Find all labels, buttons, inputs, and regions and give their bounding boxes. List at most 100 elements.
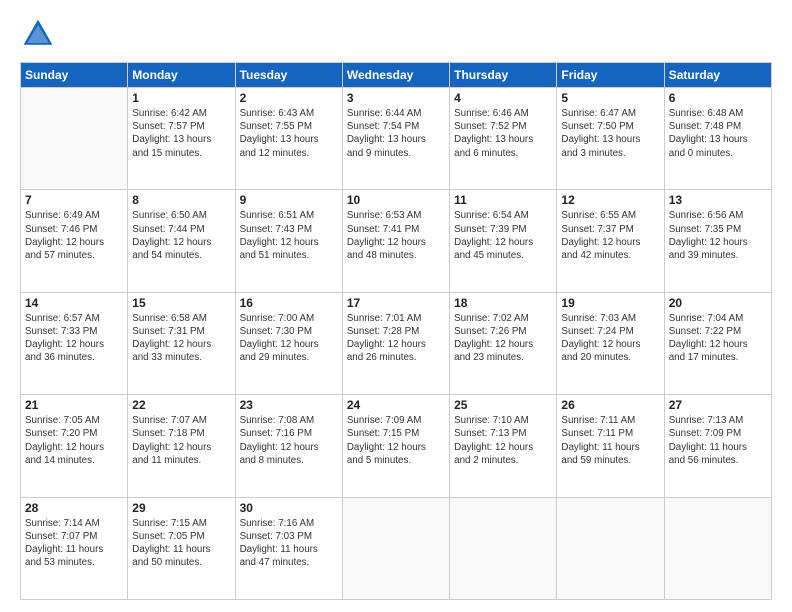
calendar-week-row-4: 21 Sunrise: 7:05 AM Sunset: 7:20 PM Dayli… <box>21 395 772 497</box>
day-info: Sunrise: 6:48 AM Sunset: 7:48 PM Dayligh… <box>669 107 767 160</box>
day-info: Sunrise: 7:03 AM Sunset: 7:24 PM Dayligh… <box>561 312 659 365</box>
day-info: Sunrise: 7:11 AM Sunset: 7:11 PM Dayligh… <box>561 414 659 467</box>
day-number: 9 <box>240 193 338 207</box>
day-info: Sunrise: 6:58 AM Sunset: 7:31 PM Dayligh… <box>132 312 230 365</box>
calendar-cell: 5 Sunrise: 6:47 AM Sunset: 7:50 PM Daylig… <box>557 88 664 190</box>
calendar-cell: 30 Sunrise: 7:16 AM Sunset: 7:03 PM Dayli… <box>235 497 342 599</box>
day-info: Sunrise: 6:46 AM Sunset: 7:52 PM Dayligh… <box>454 107 552 160</box>
day-number: 24 <box>347 398 445 412</box>
calendar-cell: 2 Sunrise: 6:43 AM Sunset: 7:55 PM Daylig… <box>235 88 342 190</box>
day-info: Sunrise: 7:08 AM Sunset: 7:16 PM Dayligh… <box>240 414 338 467</box>
day-number: 16 <box>240 296 338 310</box>
day-info: Sunrise: 6:50 AM Sunset: 7:44 PM Dayligh… <box>132 209 230 262</box>
day-info: Sunrise: 6:55 AM Sunset: 7:37 PM Dayligh… <box>561 209 659 262</box>
weekday-header-monday: Monday <box>128 63 235 88</box>
day-info: Sunrise: 7:15 AM Sunset: 7:05 PM Dayligh… <box>132 517 230 570</box>
calendar-cell: 28Sunrise: 7:14 AM Sunset: 7:07 PM Dayli… <box>21 497 128 599</box>
calendar-table: SundayMondayTuesdayWednesdayThursdayFrid… <box>20 62 772 600</box>
weekday-header-friday: Friday <box>557 63 664 88</box>
day-number: 29 <box>132 501 230 515</box>
calendar-week-row-5: 28Sunrise: 7:14 AM Sunset: 7:07 PM Dayli… <box>21 497 772 599</box>
day-number: 18 <box>454 296 552 310</box>
weekday-header-wednesday: Wednesday <box>342 63 449 88</box>
day-number: 26 <box>561 398 659 412</box>
calendar-cell: 26 Sunrise: 7:11 AM Sunset: 7:11 PM Dayli… <box>557 395 664 497</box>
logo <box>20 16 62 52</box>
calendar-week-row-1: 1Sunrise: 6:42 AM Sunset: 7:57 PM Daylig… <box>21 88 772 190</box>
day-number: 30 <box>240 501 338 515</box>
day-info: Sunrise: 6:42 AM Sunset: 7:57 PM Dayligh… <box>132 107 230 160</box>
weekday-header-row: SundayMondayTuesdayWednesdayThursdayFrid… <box>21 63 772 88</box>
day-info: Sunrise: 6:57 AM Sunset: 7:33 PM Dayligh… <box>25 312 123 365</box>
calendar-week-row-3: 14 Sunrise: 6:57 AM Sunset: 7:33 PM Dayli… <box>21 292 772 394</box>
calendar-cell: 21 Sunrise: 7:05 AM Sunset: 7:20 PM Dayli… <box>21 395 128 497</box>
day-number: 22 <box>132 398 230 412</box>
day-number: 15 <box>132 296 230 310</box>
day-info: Sunrise: 7:09 AM Sunset: 7:15 PM Dayligh… <box>347 414 445 467</box>
calendar-cell: 9 Sunrise: 6:51 AM Sunset: 7:43 PM Daylig… <box>235 190 342 292</box>
day-number: 2 <box>240 91 338 105</box>
calendar-cell: 20Sunrise: 7:04 AM Sunset: 7:22 PM Dayli… <box>664 292 771 394</box>
calendar-cell: 23 Sunrise: 7:08 AM Sunset: 7:16 PM Dayli… <box>235 395 342 497</box>
day-number: 8 <box>132 193 230 207</box>
day-number: 5 <box>561 91 659 105</box>
day-number: 6 <box>669 91 767 105</box>
day-info: Sunrise: 7:04 AM Sunset: 7:22 PM Dayligh… <box>669 312 767 365</box>
calendar-cell: 12 Sunrise: 6:55 AM Sunset: 7:37 PM Dayli… <box>557 190 664 292</box>
calendar-cell: 13 Sunrise: 6:56 AM Sunset: 7:35 PM Dayli… <box>664 190 771 292</box>
day-number: 11 <box>454 193 552 207</box>
calendar-cell: 1Sunrise: 6:42 AM Sunset: 7:57 PM Daylig… <box>128 88 235 190</box>
calendar-cell: 4 Sunrise: 6:46 AM Sunset: 7:52 PM Daylig… <box>450 88 557 190</box>
day-info: Sunrise: 7:07 AM Sunset: 7:18 PM Dayligh… <box>132 414 230 467</box>
calendar-week-row-2: 7 Sunrise: 6:49 AM Sunset: 7:46 PM Daylig… <box>21 190 772 292</box>
day-info: Sunrise: 6:43 AM Sunset: 7:55 PM Dayligh… <box>240 107 338 160</box>
calendar-cell: 16 Sunrise: 7:00 AM Sunset: 7:30 PM Dayli… <box>235 292 342 394</box>
day-number: 27 <box>669 398 767 412</box>
day-info: Sunrise: 7:13 AM Sunset: 7:09 PM Dayligh… <box>669 414 767 467</box>
calendar-cell: 29 Sunrise: 7:15 AM Sunset: 7:05 PM Dayli… <box>128 497 235 599</box>
day-number: 4 <box>454 91 552 105</box>
calendar-cell: 3Sunrise: 6:44 AM Sunset: 7:54 PM Daylig… <box>342 88 449 190</box>
calendar-cell <box>557 497 664 599</box>
weekday-header-sunday: Sunday <box>21 63 128 88</box>
day-number: 10 <box>347 193 445 207</box>
calendar-cell: 8 Sunrise: 6:50 AM Sunset: 7:44 PM Daylig… <box>128 190 235 292</box>
calendar-cell: 6 Sunrise: 6:48 AM Sunset: 7:48 PM Daylig… <box>664 88 771 190</box>
header <box>20 16 772 52</box>
page-container: SundayMondayTuesdayWednesdayThursdayFrid… <box>0 0 792 612</box>
day-info: Sunrise: 6:53 AM Sunset: 7:41 PM Dayligh… <box>347 209 445 262</box>
day-info: Sunrise: 7:16 AM Sunset: 7:03 PM Dayligh… <box>240 517 338 570</box>
calendar-cell: 11Sunrise: 6:54 AM Sunset: 7:39 PM Dayli… <box>450 190 557 292</box>
day-info: Sunrise: 6:49 AM Sunset: 7:46 PM Dayligh… <box>25 209 123 262</box>
calendar-cell: 10 Sunrise: 6:53 AM Sunset: 7:41 PM Dayli… <box>342 190 449 292</box>
day-info: Sunrise: 6:47 AM Sunset: 7:50 PM Dayligh… <box>561 107 659 160</box>
day-number: 17 <box>347 296 445 310</box>
day-info: Sunrise: 6:56 AM Sunset: 7:35 PM Dayligh… <box>669 209 767 262</box>
day-number: 12 <box>561 193 659 207</box>
weekday-header-saturday: Saturday <box>664 63 771 88</box>
day-number: 21 <box>25 398 123 412</box>
calendar-cell: 7 Sunrise: 6:49 AM Sunset: 7:46 PM Daylig… <box>21 190 128 292</box>
day-info: Sunrise: 6:51 AM Sunset: 7:43 PM Dayligh… <box>240 209 338 262</box>
day-info: Sunrise: 7:10 AM Sunset: 7:13 PM Dayligh… <box>454 414 552 467</box>
day-number: 13 <box>669 193 767 207</box>
calendar-cell <box>21 88 128 190</box>
day-number: 7 <box>25 193 123 207</box>
calendar-cell: 17Sunrise: 7:01 AM Sunset: 7:28 PM Dayli… <box>342 292 449 394</box>
day-info: Sunrise: 7:02 AM Sunset: 7:26 PM Dayligh… <box>454 312 552 365</box>
day-number: 14 <box>25 296 123 310</box>
day-number: 25 <box>454 398 552 412</box>
calendar-cell: 27 Sunrise: 7:13 AM Sunset: 7:09 PM Dayli… <box>664 395 771 497</box>
logo-icon <box>20 16 56 52</box>
calendar-cell <box>664 497 771 599</box>
calendar-cell: 14 Sunrise: 6:57 AM Sunset: 7:33 PM Dayli… <box>21 292 128 394</box>
calendar-cell: 18 Sunrise: 7:02 AM Sunset: 7:26 PM Dayli… <box>450 292 557 394</box>
calendar-cell: 24 Sunrise: 7:09 AM Sunset: 7:15 PM Dayli… <box>342 395 449 497</box>
weekday-header-tuesday: Tuesday <box>235 63 342 88</box>
day-info: Sunrise: 7:05 AM Sunset: 7:20 PM Dayligh… <box>25 414 123 467</box>
day-number: 3 <box>347 91 445 105</box>
calendar-cell: 19Sunrise: 7:03 AM Sunset: 7:24 PM Dayli… <box>557 292 664 394</box>
day-number: 23 <box>240 398 338 412</box>
calendar-cell: 22 Sunrise: 7:07 AM Sunset: 7:18 PM Dayli… <box>128 395 235 497</box>
day-info: Sunrise: 7:00 AM Sunset: 7:30 PM Dayligh… <box>240 312 338 365</box>
